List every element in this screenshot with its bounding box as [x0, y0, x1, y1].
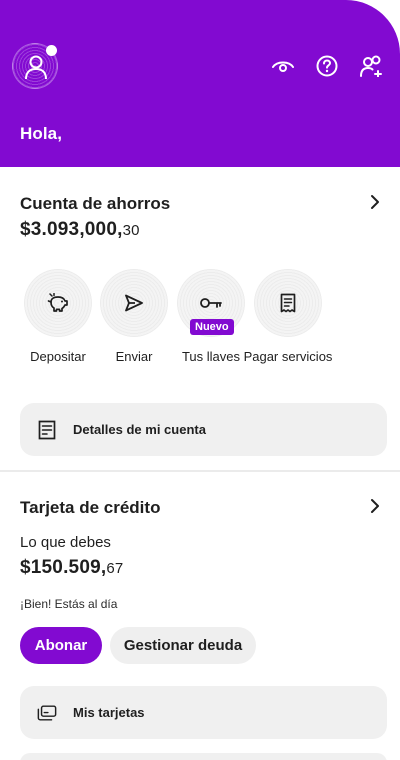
key-icon — [200, 298, 222, 308]
payment-status-text: ¡Bien! Estás al día — [20, 597, 118, 611]
pay-services-circle — [254, 269, 322, 337]
manage-debt-button[interactable]: Gestionar deuda — [110, 627, 256, 664]
cards-icon — [37, 703, 57, 723]
eye-icon[interactable] — [271, 54, 295, 78]
owe-label: Lo que debes — [20, 534, 111, 551]
savings-chevron-right-icon[interactable] — [370, 194, 380, 210]
greeting-text: Hola, — [20, 124, 63, 143]
action-send[interactable]: Enviar — [100, 269, 168, 364]
credit-card-title[interactable]: Tarjeta de crédito — [20, 498, 160, 518]
savings-title[interactable]: Cuenta de ahorros — [20, 194, 170, 214]
next-card-peek — [20, 753, 387, 760]
savings-balance: $3.093,000,30 — [20, 219, 140, 241]
header: Hola, — [0, 0, 400, 167]
action-pay-services-label: Pagar servicios — [243, 349, 333, 364]
savings-balance-cents: 30 — [122, 222, 140, 239]
credit-balance-cents: 67 — [106, 560, 124, 577]
action-deposit[interactable]: Depositar — [24, 269, 92, 364]
help-icon[interactable] — [315, 54, 339, 78]
keys-circle: Nuevo — [177, 269, 245, 337]
my-cards-label: Mis tarjetas — [73, 705, 145, 720]
credit-balance-main: $150.509, — [20, 557, 107, 578]
document-icon — [37, 420, 57, 440]
savings-balance-main: $3.093,000, — [20, 219, 123, 240]
send-icon — [125, 294, 143, 312]
section-divider — [0, 470, 400, 472]
app-screen: Hola, Cuenta de ahorros $3.093,000,30 De… — [0, 0, 400, 760]
account-details-label: Detalles de mi cuenta — [73, 422, 206, 437]
notification-dot — [46, 45, 57, 56]
send-circle — [100, 269, 168, 337]
my-cards-button[interactable]: Mis tarjetas — [20, 686, 387, 739]
deposit-circle — [24, 269, 92, 337]
bill-icon — [280, 293, 296, 313]
action-keys[interactable]: Nuevo Tus llaves — [177, 269, 245, 364]
new-badge: Nuevo — [190, 319, 234, 335]
credit-balance: $150.509,67 — [20, 557, 123, 579]
pay-button[interactable]: Abonar — [20, 627, 102, 664]
invite-friends-icon[interactable] — [360, 54, 384, 78]
account-details-button[interactable]: Detalles de mi cuenta — [20, 403, 387, 456]
credit-chevron-right-icon[interactable] — [370, 498, 380, 514]
user-icon — [25, 55, 47, 80]
action-pay-services[interactable]: Pagar servicios — [244, 269, 332, 364]
piggy-bank-icon — [47, 293, 68, 312]
